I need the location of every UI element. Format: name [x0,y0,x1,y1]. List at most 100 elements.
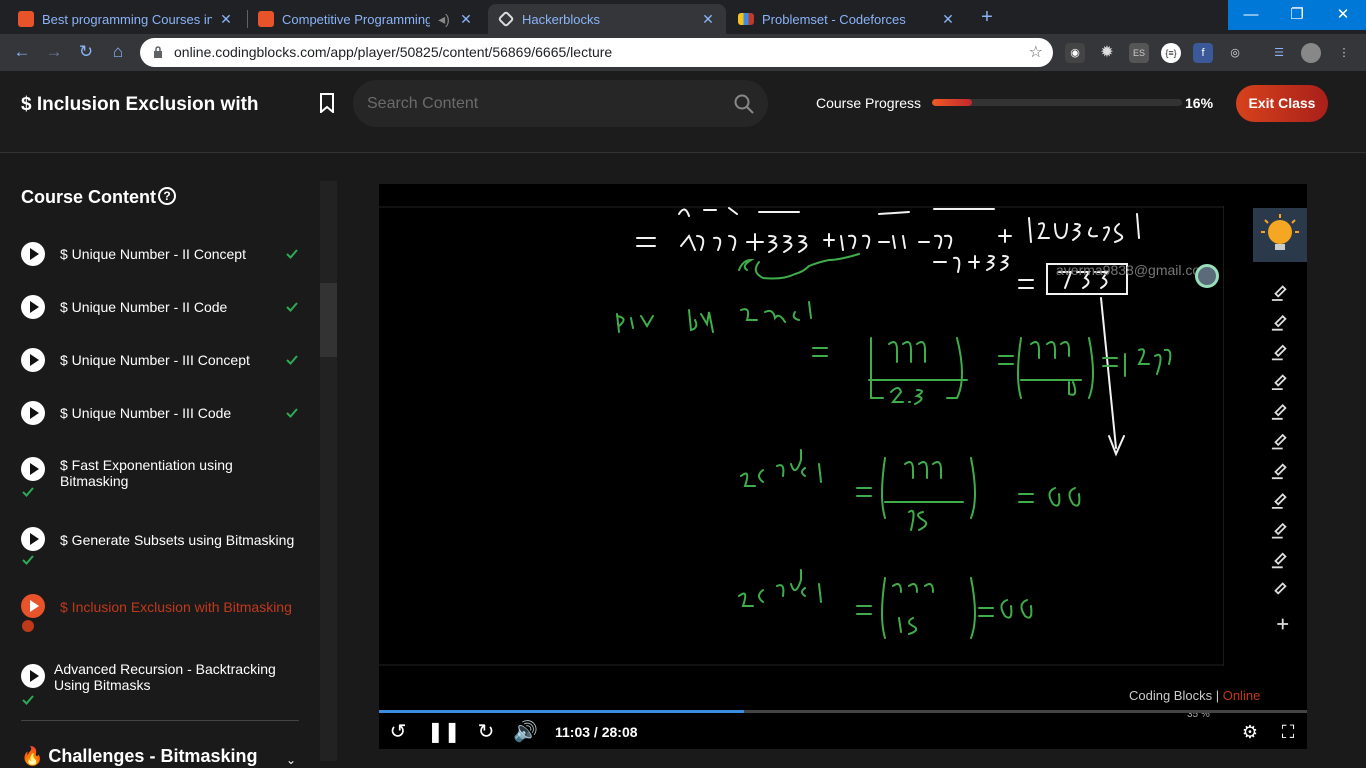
brand-name: Coding Blocks [1129,688,1213,703]
lesson-title: $ Unique Number - III Code [60,405,232,421]
tab-2[interactable]: Competitive Programming | ◂) ✕ [248,4,484,34]
back-icon[interactable]: ← [10,40,34,64]
tab-3[interactable]: Hackerblocks ✕ [488,4,726,34]
address-bar[interactable]: online.codingblocks.com/app/player/50825… [140,38,1053,67]
new-tab-button[interactable]: + [974,6,1000,30]
check-icon [286,249,298,259]
search-input[interactable] [367,80,727,127]
reading-list-icon[interactable]: ☰ [1269,43,1289,63]
seek-bar[interactable] [379,710,1307,713]
lesson-title: $ Generate Subsets using Bitmasking [60,532,295,548]
lock-icon [154,46,162,58]
play-icon [21,242,45,266]
lesson-title: Advanced Recursion - Backtracking Using … [54,661,276,693]
course-content-title: Course Content [21,187,156,207]
play-icon [21,401,45,425]
play-icon [21,295,45,319]
search-box [353,80,768,127]
play-icon [21,457,45,481]
minimize-button[interactable]: — [1228,0,1274,30]
course-content-sidebar: Course Content ? $ Unique Number - II Co… [0,153,350,768]
bookmark-star-icon[interactable]: ☆ [1029,42,1043,62]
check-icon [286,302,298,312]
profile-avatar[interactable] [1301,43,1321,63]
close-icon[interactable]: ✕ [218,11,234,28]
lesson-item[interactable]: $ Fast Exponentiation using Bitmasking [21,457,301,501]
lesson-title: $ Fast Exponentiation using Bitmasking [60,457,233,489]
search-icon[interactable] [734,94,754,114]
home-icon[interactable]: ⌂ [106,40,130,64]
section-header-challenges[interactable]: 🔥 Challenges - Bitmasking [21,746,257,767]
ninja-extension-icon[interactable]: ◉ [1065,43,1085,63]
volume-icon[interactable]: 🔊 [513,720,538,744]
json-extension-icon[interactable]: {≡} [1161,43,1181,63]
lesson-item[interactable]: $ Unique Number - II Code [21,295,301,319]
hackerblocks-favicon-icon [497,10,515,28]
play-icon [21,527,45,551]
lesson-title: $ Unique Number - II Concept [60,246,246,262]
page-title: $ Inclusion Exclusion with [21,94,259,115]
tab-1[interactable]: Best programming Courses in De ✕ [8,4,244,34]
bookmark-icon[interactable] [318,93,336,113]
sidebar-scroll-thumb[interactable] [320,283,337,357]
lesson-item[interactable]: $ Unique Number - III Concept [21,348,301,372]
tab-4[interactable]: Problemset - Codeforces ✕ [728,4,966,34]
tab-title: Problemset - Codeforces [762,11,906,27]
drawing-tools-rail [1271,285,1289,630]
rewind-icon[interactable]: ↺ [387,720,409,744]
watermark-email: averma9838@gmail.com [1056,262,1212,278]
settings-gear-icon[interactable]: ⚙ [1239,720,1261,744]
close-window-button[interactable]: ✕ [1320,0,1366,30]
forward-skip-icon[interactable]: ↻ [475,720,497,744]
check-icon [22,695,34,705]
in-progress-dot-icon [22,620,34,632]
play-icon [21,664,45,688]
video-player[interactable]: averma9838@gmail.com Coding Blocks | Onl… [379,184,1307,749]
course-progress-bar [932,99,1182,106]
hexagon-icon [1195,264,1219,288]
exit-class-button[interactable]: Exit Class [1236,85,1328,122]
sidebar-scrollbar[interactable] [320,181,337,761]
mute-icon[interactable]: ◂) [436,11,452,28]
course-progress-percent: 16% [1185,95,1214,111]
facebook-extension-icon[interactable]: f [1193,43,1213,63]
gear-extension-icon[interactable]: ✹ [1097,43,1117,63]
play-icon [21,348,45,372]
codeforces-favicon-icon [738,13,754,25]
chevron-down-icon[interactable]: ⌄ [286,753,296,767]
es-extension-icon[interactable]: ES [1129,43,1149,63]
lesson-item[interactable]: $ Unique Number - II Concept [21,242,301,266]
lesson-item-active[interactable]: $ Inclusion Exclusion with Bitmasking [21,594,301,634]
check-icon [286,408,298,418]
playback-time: 11:03 / 28:08 [555,724,638,740]
divider [21,720,299,721]
lightbulb-brain-icon[interactable] [1253,208,1307,262]
coding-blocks-favicon-icon [18,11,34,27]
app-header: $ Inclusion Exclusion with Course Progre… [0,71,1366,153]
course-progress-label: Course Progress [816,95,922,111]
browser-tab-bar: Best programming Courses in De ✕ Competi… [0,0,1366,34]
coding-blocks-favicon-icon [258,11,274,27]
close-icon[interactable]: ✕ [700,11,716,28]
play-icon [21,594,45,618]
coding-blocks-brand: Coding Blocks | Online [1129,688,1261,703]
menu-icon[interactable]: ⋮ [1334,43,1354,63]
fullscreen-icon[interactable]: ⛶ [1277,720,1299,744]
close-icon[interactable]: ✕ [458,11,474,28]
lesson-item[interactable]: Advanced Recursion - Backtracking Using … [21,661,301,709]
pause-icon[interactable]: ❚❚ [427,720,461,744]
course-progress-fill [932,99,972,106]
lesson-title: $ Unique Number - II Code [60,299,228,315]
lesson-item[interactable]: $ Unique Number - III Code [21,401,301,425]
reload-icon[interactable]: ↻ [74,40,98,64]
browser-toolbar: ← → ↻ ⌂ online.codingblocks.com/app/play… [0,34,1366,71]
help-icon[interactable]: ? [158,187,176,205]
incognito-extension-icon[interactable]: ◎ [1225,43,1245,63]
lesson-item[interactable]: $ Generate Subsets using Bitmasking [21,527,301,567]
check-icon [22,555,34,565]
forward-icon[interactable]: → [42,40,66,64]
restore-button[interactable]: ❐ [1274,0,1320,30]
lesson-title: $ Inclusion Exclusion with Bitmasking [60,599,292,615]
url-text: online.codingblocks.com/app/player/50825… [174,44,613,60]
close-icon[interactable]: ✕ [940,11,956,28]
